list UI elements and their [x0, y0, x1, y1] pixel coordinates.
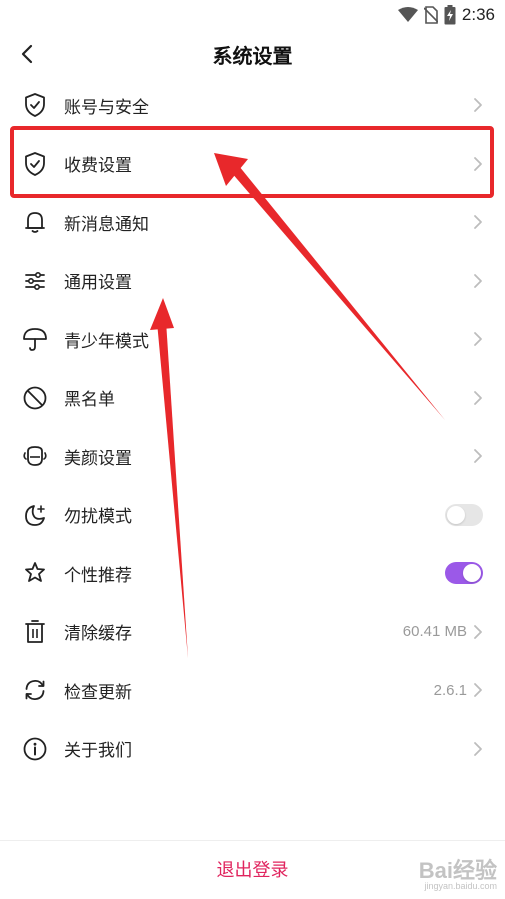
block-icon	[22, 385, 48, 411]
shield-check-icon	[22, 92, 48, 118]
status-time: 2:36	[461, 5, 495, 24]
chevron-right-icon	[474, 273, 482, 288]
watermark-sub: jingyan.baidu.com	[424, 881, 497, 891]
settings-item-clear-cache[interactable]: 清除缓存 60.41 MB	[0, 603, 505, 662]
watermark: Bai经验 jingyan.baidu.com	[419, 860, 497, 891]
bell-icon	[22, 209, 48, 235]
no-sim-icon	[423, 6, 438, 24]
chevron-right-icon	[474, 683, 482, 698]
settings-item-label: 清除缓存	[64, 624, 132, 645]
beauty-icon	[22, 443, 48, 469]
settings-item-general[interactable]: 通用设置	[0, 252, 505, 311]
settings-item-label: 关于我们	[64, 741, 132, 762]
watermark-text: Bai经验	[418, 858, 497, 883]
settings-item-check-update[interactable]: 检查更新 2.6.1	[0, 661, 505, 720]
status-icons: 2:36	[397, 4, 495, 26]
toggle-knob	[447, 505, 465, 524]
refresh-icon	[22, 677, 48, 703]
battery-charging-icon	[444, 5, 456, 25]
settings-item-notifications[interactable]: 新消息通知	[0, 193, 505, 252]
chevron-right-icon	[474, 156, 482, 171]
header: 系统设置	[0, 30, 505, 78]
dnd-toggle[interactable]	[445, 503, 483, 526]
settings-item-label: 检查更新	[64, 682, 132, 703]
settings-item-personalized-recommend: 个性推荐	[0, 544, 505, 603]
version-value: 2.6.1	[433, 681, 467, 699]
settings-item-billing[interactable]: 收费设置	[0, 135, 505, 194]
shield-check-icon	[22, 151, 48, 177]
settings-item-label: 勿扰模式	[64, 507, 132, 528]
umbrella-icon	[22, 326, 48, 352]
chevron-right-icon	[474, 215, 482, 230]
settings-item-label: 黑名单	[64, 390, 115, 411]
moon-icon	[22, 502, 48, 528]
page-title: 系统设置	[212, 44, 293, 68]
info-icon	[22, 736, 48, 762]
trash-icon	[22, 619, 48, 645]
settings-item-label: 新消息通知	[64, 214, 149, 235]
settings-item-teen-mode[interactable]: 青少年模式	[0, 310, 505, 369]
chevron-right-icon	[474, 390, 482, 405]
settings-item-about-us[interactable]: 关于我们	[0, 720, 505, 779]
settings-item-beauty[interactable]: 美颜设置	[0, 427, 505, 486]
toggle-knob	[463, 564, 481, 583]
recommend-toggle[interactable]	[445, 562, 483, 585]
sparkle-icon	[22, 560, 48, 586]
settings-item-label: 通用设置	[64, 273, 132, 294]
footer-divider	[0, 840, 505, 841]
chevron-right-icon	[474, 741, 482, 756]
settings-item-label: 美颜设置	[64, 448, 132, 469]
chevron-right-icon	[474, 332, 482, 347]
sliders-icon	[22, 268, 48, 294]
chevron-right-icon	[474, 624, 482, 639]
settings-item-blacklist[interactable]: 黑名单	[0, 369, 505, 428]
settings-item-do-not-disturb: 勿扰模式	[0, 486, 505, 545]
settings-item-account-security[interactable]: 账号与安全	[0, 76, 505, 135]
chevron-right-icon	[474, 449, 482, 464]
settings-item-label: 个性推荐	[64, 565, 132, 586]
cache-size-value: 60.41 MB	[402, 623, 467, 641]
settings-item-label: 青少年模式	[64, 331, 149, 352]
wifi-icon	[397, 7, 418, 22]
settings-item-label: 收费设置	[64, 156, 132, 177]
settings-item-label: 账号与安全	[64, 97, 149, 118]
chevron-right-icon	[474, 98, 482, 113]
status-bar: 2:36	[0, 0, 505, 30]
settings-list: 账号与安全 收费设置 新消息通知 通用设置 青少年模式 黑名单 美颜设置 勿扰模…	[0, 76, 505, 778]
